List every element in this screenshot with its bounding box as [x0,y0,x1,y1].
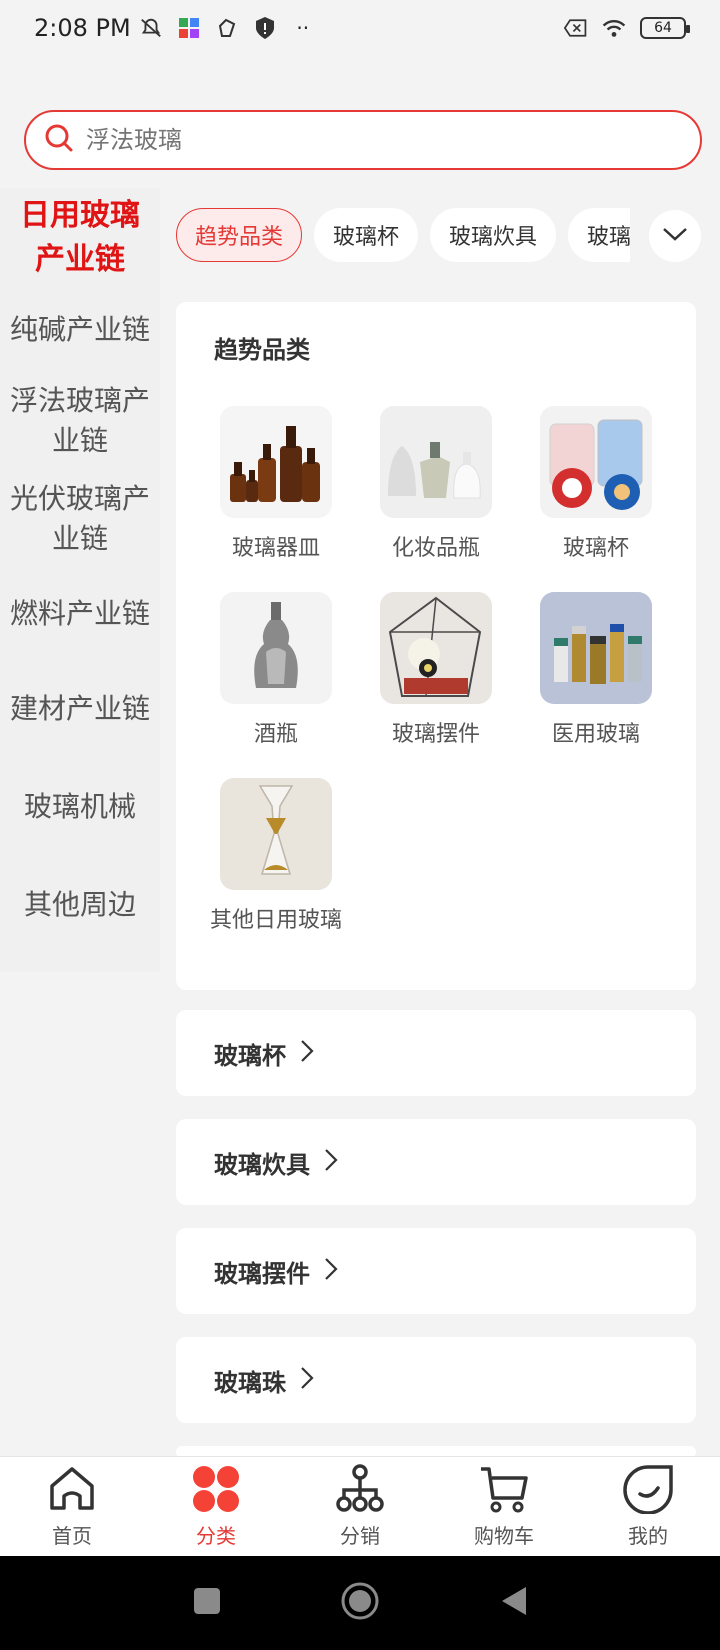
category-item-other-daily-glass[interactable]: 其他日用玻璃 [196,778,356,934]
status-bar: 2:08 PM ·· 64 [0,0,720,56]
sidebar-item-glass-machinery[interactable]: 玻璃机械 [0,758,160,856]
nav-cart[interactable]: 购物车 [432,1457,576,1556]
category-item-label: 玻璃器皿 [231,536,320,561]
sidebar-item-label: 建材产业链 [9,692,150,725]
section-glass-cookware[interactable]: 玻璃炊具 [176,1119,696,1205]
profile-icon [622,1464,674,1518]
sidebar-item-pv-glass[interactable]: 光伏玻璃产业链 [0,470,160,568]
search-bar[interactable] [24,110,702,170]
sidebar-item-label: 玻璃机械 [23,790,136,823]
amber-bottles-image [220,406,332,518]
status-time: 2:08 PM [34,14,131,42]
cart-icon [478,1464,530,1518]
category-item-label: 医用玻璃 [551,722,640,747]
battery-icon: 64 [640,17,690,39]
bottom-nav: 首页 分类 分销 购物车 我的 [0,1456,720,1556]
screen: 2:08 PM ·· 64 浮法玻璃 日用玻璃产业链 纯碱产业链 浮法玻璃产业链… [0,0,720,1650]
tab-glass-ornament[interactable]: 玻璃摆 [568,208,630,262]
home-icon [46,1464,98,1518]
category-item-label: 其他日用玻璃 [209,908,342,933]
nav-category[interactable]: 分类 [144,1457,288,1556]
search-icon [44,123,74,157]
sidebar-item-soda-ash[interactable]: 纯碱产业链 [0,288,160,372]
section-label: 玻璃摆件 [214,1259,310,1288]
chevron-right-icon [300,1366,314,1394]
chevron-down-icon [662,226,688,246]
category-item-glass-ornament[interactable]: 玻璃摆件 [356,592,516,748]
category-item-glassware[interactable]: 玻璃器皿 [196,406,356,562]
category-item-label: 玻璃杯 [562,536,629,561]
chevron-right-icon [324,1148,338,1176]
sidebar-item-other[interactable]: 其他周边 [0,856,160,954]
category-item-label: 化妆品瓶 [391,536,480,561]
trend-title: 趋势品类 [214,336,310,364]
sidebar-item-daily-glass[interactable]: 日用玻璃产业链 [0,188,160,288]
category-item-wine-bottle[interactable]: 酒瓶 [196,592,356,748]
nav-label: 分销 [340,1524,380,1548]
sidebar-item-fuel[interactable]: 燃料产业链 [0,568,160,660]
nav-home[interactable]: 首页 [0,1457,144,1556]
category-item-label: 酒瓶 [253,722,298,747]
home-button[interactable] [340,1581,380,1625]
sidebar-item-label: 其他周边 [23,888,136,921]
trend-card: 趋势品类 玻璃器皿 化妆品瓶 玻璃杯 酒瓶 玻璃摆件 医用玻璃 其他日用玻璃 [176,302,696,990]
nav-label: 首页 [52,1524,92,1548]
trend-grid: 玻璃器皿 化妆品瓶 玻璃杯 酒瓶 玻璃摆件 医用玻璃 其他日用玻璃 [196,406,676,934]
shield-icon [253,16,277,40]
hand-icon [215,16,239,40]
wine-bottle-image [220,592,332,704]
expand-tabs-button[interactable] [649,210,701,262]
mute-icon [139,16,163,40]
back-button[interactable] [498,1585,528,1621]
section-label: 玻璃炊具 [214,1150,310,1179]
sidebar-item-float-glass[interactable]: 浮法玻璃产业链 [0,372,160,470]
category-tabs: 趋势品类 玻璃杯 玻璃炊具 玻璃摆 [176,208,630,266]
app-icon [177,16,201,40]
section-glass-beads[interactable]: 玻璃珠 [176,1337,696,1423]
category-item-medical-glass[interactable]: 医用玻璃 [516,592,676,748]
search-input[interactable] [86,126,646,154]
hourglass-image [220,778,332,890]
sidebar-item-building-materials[interactable]: 建材产业链 [0,660,160,758]
system-nav-bar [0,1556,720,1650]
section-glass-ornament[interactable]: 玻璃摆件 [176,1228,696,1314]
category-icon [190,1464,242,1518]
nav-profile[interactable]: 我的 [576,1457,720,1556]
cosmetic-bottles-image [380,406,492,518]
terrarium-image [380,592,492,704]
sidebar-item-label: 日用玻璃产业链 [20,198,140,277]
more-dots-icon: ·· [296,16,310,40]
nav-label: 我的 [628,1524,668,1548]
category-item-glass-cup[interactable]: 玻璃杯 [516,406,676,562]
nav-label: 分类 [196,1524,236,1548]
category-sidebar: 日用玻璃产业链 纯碱产业链 浮法玻璃产业链 光伏玻璃产业链 燃料产业链 建材产业… [0,188,160,972]
sim-off-icon [564,16,588,40]
jar-image [540,406,652,518]
tab-glass-cookware[interactable]: 玻璃炊具 [430,208,557,262]
nav-distribution[interactable]: 分销 [288,1457,432,1556]
status-right: 64 [564,16,690,40]
category-item-label: 玻璃摆件 [391,722,480,747]
distribution-icon [334,1464,386,1518]
sidebar-item-label: 燃料产业链 [9,597,150,630]
recents-button[interactable] [192,1586,222,1620]
tab-trend[interactable]: 趋势品类 [176,208,303,262]
vials-image [540,592,652,704]
chevron-right-icon [300,1039,314,1067]
category-item-cosmetic-bottles[interactable]: 化妆品瓶 [356,406,516,562]
section-label: 玻璃珠 [214,1368,286,1397]
section-glass-cup[interactable]: 玻璃杯 [176,1010,696,1096]
nav-label: 购物车 [474,1524,534,1548]
sidebar-item-label: 纯碱产业链 [9,313,150,346]
sidebar-item-label: 浮法玻璃产业链 [9,384,150,457]
wifi-icon [602,16,626,40]
tab-glass-cup[interactable]: 玻璃杯 [314,208,419,262]
sidebar-item-label: 光伏玻璃产业链 [9,482,150,555]
section-label: 玻璃杯 [214,1041,286,1070]
status-icons: ·· [139,16,315,40]
chevron-right-icon [324,1257,338,1285]
